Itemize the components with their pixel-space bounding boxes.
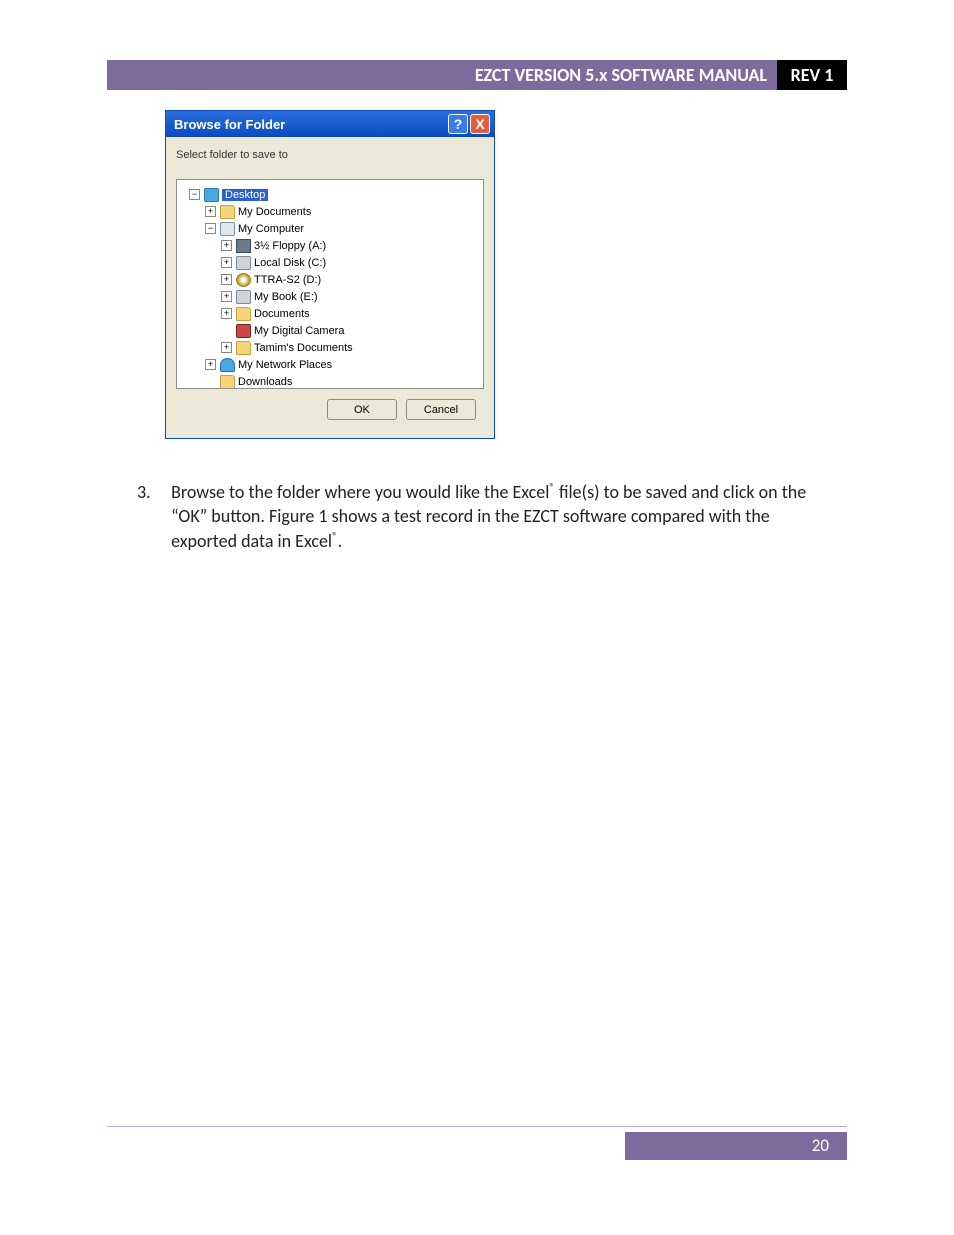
tree-label: Local Disk (C:) — [254, 257, 326, 269]
disk-icon — [236, 256, 251, 270]
tree-label: My Digital Camera — [254, 325, 344, 337]
floppy-icon — [236, 239, 251, 253]
text-fragment: . — [338, 530, 343, 552]
tree-item-netplaces[interactable]: + My Network Places — [181, 356, 479, 373]
expand-icon[interactable]: + — [221, 308, 232, 319]
dialog-titlebar[interactable]: Browse for Folder ? X — [166, 111, 494, 137]
header-rev: REV 1 — [777, 60, 847, 90]
ok-button[interactable]: OK — [327, 399, 397, 420]
tree-label: My Book (E:) — [254, 291, 318, 303]
disk-icon — [236, 290, 251, 304]
tree-item-ttra[interactable]: + TTRA-S2 (D:) — [181, 271, 479, 288]
folder-icon — [236, 307, 251, 321]
tree-label: Downloads — [238, 376, 292, 388]
tree-item-mydocs[interactable]: + My Documents — [181, 203, 479, 220]
instruction-paragraph: 3. Browse to the folder where you would … — [137, 480, 837, 553]
expand-icon[interactable]: + — [221, 274, 232, 285]
list-number: 3. — [137, 480, 167, 504]
list-content: Browse to the folder where you would lik… — [171, 480, 831, 553]
dialog-title: Browse for Folder — [174, 117, 446, 132]
expand-icon[interactable]: + — [205, 206, 216, 217]
spacer — [205, 376, 216, 387]
folder-icon — [236, 341, 251, 355]
folder-icon — [220, 375, 235, 389]
tree-label: Tamim's Documents — [254, 342, 353, 354]
expand-icon[interactable]: + — [205, 359, 216, 370]
header-title: EZCT VERSION 5.x SOFTWARE MANUAL — [107, 60, 777, 90]
browse-folder-dialog: Browse for Folder ? X Select folder to s… — [165, 110, 495, 439]
dialog-instruction: Select folder to save to — [176, 149, 484, 161]
cd-icon — [236, 273, 251, 287]
tree-label: 3½ Floppy (A:) — [254, 240, 326, 252]
tree-item-tamim[interactable]: + Tamim's Documents — [181, 339, 479, 356]
expand-icon[interactable]: + — [221, 342, 232, 353]
dialog-button-row: OK Cancel — [176, 389, 484, 430]
expand-icon[interactable]: + — [221, 291, 232, 302]
computer-icon — [220, 222, 235, 236]
tree-label: Documents — [254, 308, 310, 320]
tree-item-mycomp[interactable]: − My Computer — [181, 220, 479, 237]
tree-item-localdisk[interactable]: + Local Disk (C:) — [181, 254, 479, 271]
tree-label: My Computer — [238, 223, 304, 235]
tree-item-desktop[interactable]: − Desktop — [181, 186, 479, 203]
tree-label: My Documents — [238, 206, 311, 218]
collapse-icon[interactable]: − — [189, 189, 200, 200]
desktop-icon — [204, 188, 219, 202]
collapse-icon[interactable]: − — [205, 223, 216, 234]
footer-rule — [107, 1126, 847, 1127]
tree-label: TTRA-S2 (D:) — [254, 274, 321, 286]
text-fragment: Browse to the folder where you would lik… — [171, 481, 549, 503]
tree-label: My Network Places — [238, 359, 332, 371]
folder-icon — [220, 205, 235, 219]
page-number: 20 — [625, 1132, 847, 1160]
spacer — [221, 325, 232, 336]
close-icon[interactable]: X — [470, 114, 490, 134]
tree-item-downloads[interactable]: Downloads — [181, 373, 479, 389]
document-header: EZCT VERSION 5.x SOFTWARE MANUAL REV 1 — [107, 60, 847, 90]
expand-icon[interactable]: + — [221, 240, 232, 251]
folder-tree[interactable]: − Desktop + My Documents − My Computer + — [176, 179, 484, 389]
camera-icon — [236, 324, 251, 338]
dialog-body: Select folder to save to − Desktop + My … — [166, 137, 494, 438]
network-icon — [220, 358, 235, 372]
cancel-button[interactable]: Cancel — [406, 399, 476, 420]
tree-item-camera[interactable]: My Digital Camera — [181, 322, 479, 339]
tree-label: Desktop — [222, 189, 268, 201]
tree-item-mybook[interactable]: + My Book (E:) — [181, 288, 479, 305]
expand-icon[interactable]: + — [221, 257, 232, 268]
tree-item-floppy[interactable]: + 3½ Floppy (A:) — [181, 237, 479, 254]
help-icon[interactable]: ? — [448, 114, 468, 134]
tree-item-documents[interactable]: + Documents — [181, 305, 479, 322]
